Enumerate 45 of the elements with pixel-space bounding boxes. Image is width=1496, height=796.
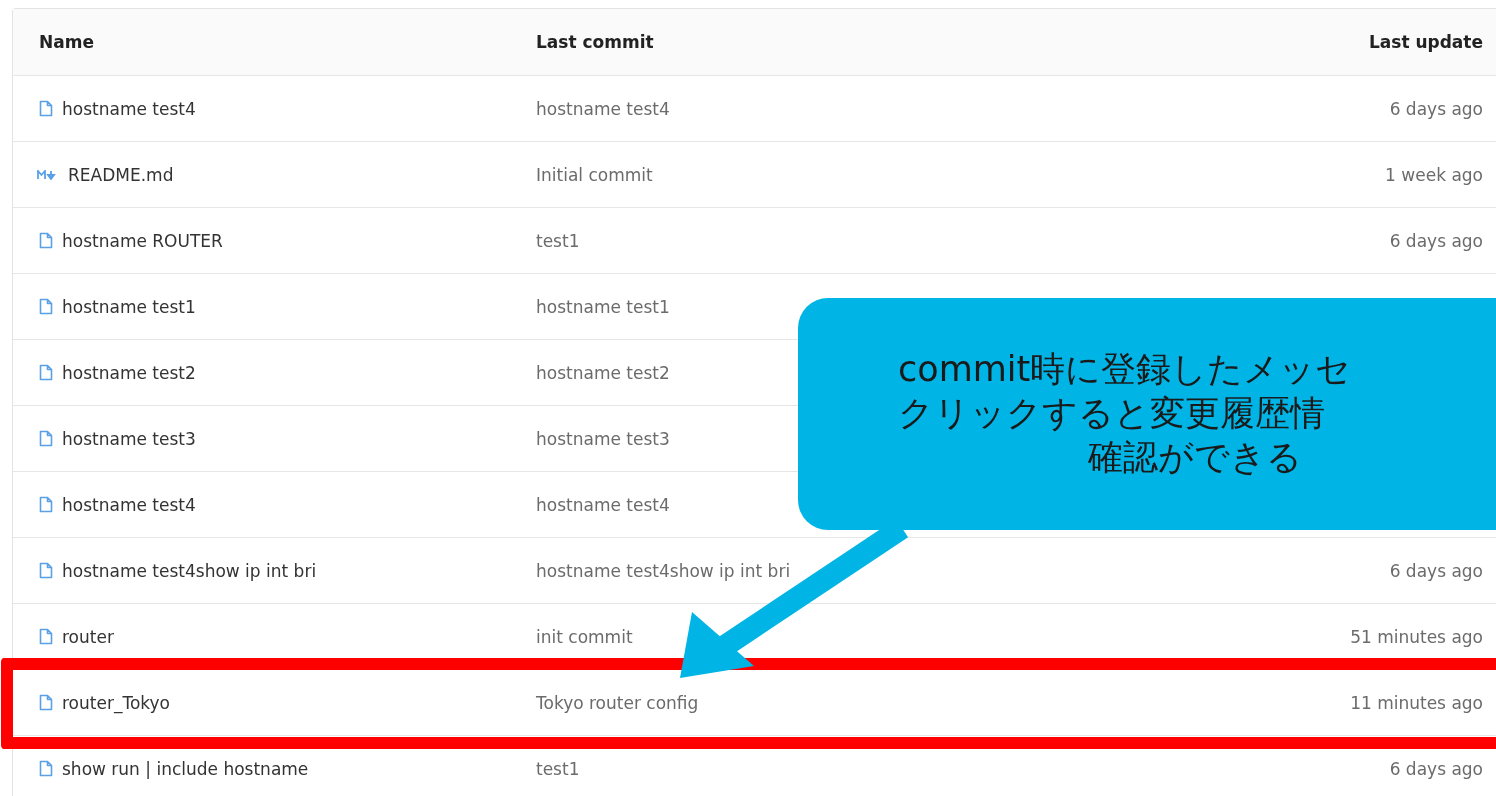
update-time: 51 minutes ago (1350, 626, 1483, 647)
commit-link[interactable]: hostname test1 (536, 296, 670, 317)
column-header[interactable]: Name (39, 32, 536, 52)
update-time: 6 days ago (1389, 758, 1483, 779)
callout-text: 確認ができる (1088, 435, 1302, 479)
update-time: 1 week ago (1385, 164, 1483, 185)
commit-link[interactable]: Tokyo router config (536, 692, 699, 713)
file-link[interactable]: hostname test2 (62, 362, 196, 383)
file-icon (39, 628, 53, 645)
commit-link[interactable]: hostname test4 (536, 494, 670, 515)
file-link[interactable]: README.md (68, 164, 174, 185)
commit-link[interactable]: hostname test3 (536, 428, 670, 449)
file-link[interactable]: hostname test4 (62, 98, 196, 119)
commit-link[interactable]: test1 (536, 230, 580, 251)
file-link[interactable]: hostname test4show ip int bri (62, 560, 317, 581)
commit-link[interactable]: hostname test2 (536, 362, 670, 383)
commit-link[interactable]: hostname test4show ip int bri (536, 560, 791, 581)
update-time: 11 minutes ago (1350, 692, 1483, 713)
commit-link[interactable]: Initial commit (536, 164, 653, 185)
file-icon (39, 430, 53, 447)
commit-link[interactable]: init commit (536, 626, 633, 647)
column-header[interactable]: Last update (1368, 32, 1483, 52)
file-link[interactable]: hostname test4 (62, 494, 196, 515)
callout-text: commit時に登録したメッセ (898, 348, 1352, 392)
column-header[interactable]: Last commit (536, 32, 1183, 52)
file-link[interactable]: router_Tokyo (62, 692, 170, 713)
file-icon (39, 364, 53, 381)
commit-link[interactable]: hostname test4 (536, 98, 670, 119)
commit-link[interactable]: test1 (536, 758, 580, 779)
file-icon (39, 232, 53, 249)
update-time: 6 days ago (1389, 230, 1483, 251)
update-time: 6 days ago (1389, 98, 1483, 119)
file-icon (39, 562, 53, 579)
file-link[interactable]: show run | include hostname (62, 758, 309, 779)
file-icon (39, 100, 53, 117)
file-link[interactable]: hostname ROUTER (62, 230, 223, 251)
file-icon (39, 760, 53, 777)
file-icon (39, 298, 53, 315)
file-link[interactable]: hostname test1 (62, 296, 196, 317)
file-icon (39, 496, 53, 513)
file-icon (39, 694, 53, 711)
callout-text: クリックすると変更履歴情 (898, 392, 1325, 436)
update-time: 6 days ago (1389, 560, 1483, 581)
file-link[interactable]: router (62, 626, 114, 647)
file-link[interactable]: hostname test3 (62, 428, 196, 449)
